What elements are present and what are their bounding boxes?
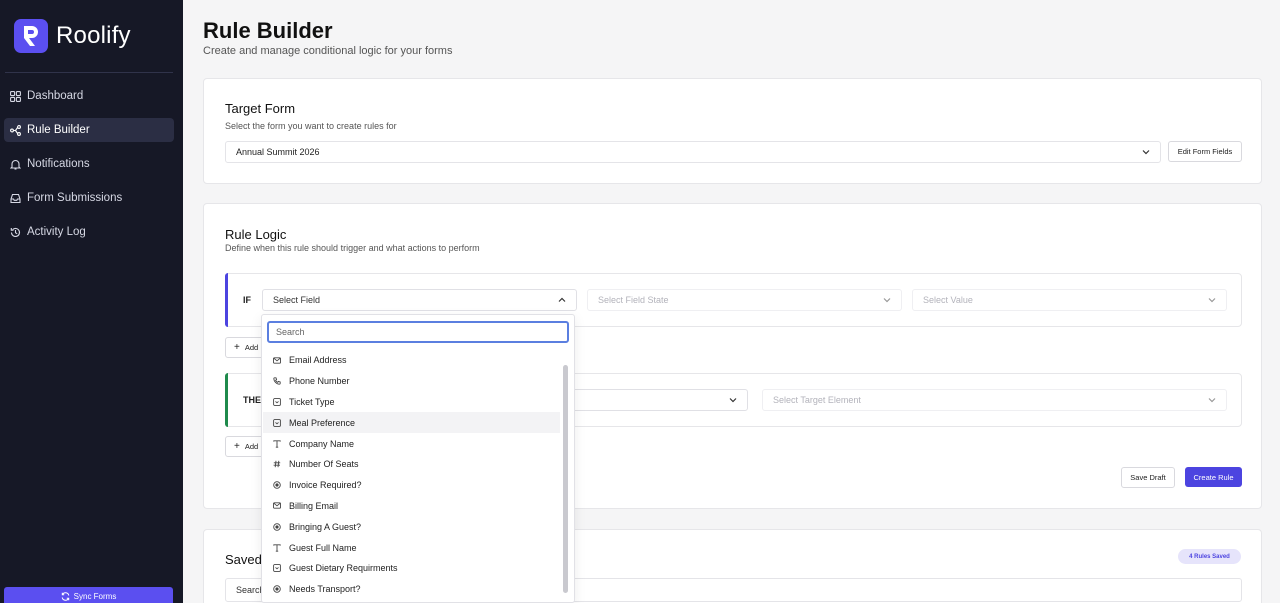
chevron-up-icon [558, 297, 566, 302]
history-icon [10, 227, 21, 237]
dropdown-item[interactable]: Guest Full Name [263, 537, 560, 558]
sidebar-item-label: Activity Log [27, 226, 86, 238]
target-form-title: Target Form [225, 101, 296, 116]
select-icon [272, 418, 282, 427]
text-icon [272, 439, 282, 448]
field-state-select[interactable]: Select Field State [587, 289, 902, 311]
target-form-select[interactable]: Annual Summit 2026 [225, 141, 1161, 163]
if-accent-bar [225, 273, 228, 327]
app-name: Roolify [56, 22, 131, 49]
sidebar-item-label: Rule Builder [27, 124, 90, 136]
select-icon [272, 564, 282, 573]
sidebar-nav: Dashboard Rule Builder Notifications For… [4, 84, 174, 254]
radio-icon [272, 523, 282, 531]
dropdown-search-input[interactable]: Search [267, 321, 569, 343]
dropdown-item[interactable]: Guest Dietary Requirments [263, 558, 560, 579]
mail-icon [272, 357, 282, 364]
rules-saved-badge: 4 Rules Saved [1178, 549, 1241, 564]
chevron-down-icon [1208, 398, 1216, 403]
rule-logic-title: Rule Logic [225, 227, 287, 242]
target-form-description: Select the form you want to create rules… [225, 121, 397, 131]
target-form-card: Target Form Select the form you want to … [203, 78, 1262, 184]
select-icon [272, 398, 282, 406]
chevron-down-icon [729, 398, 737, 403]
dropdown-scrollbar[interactable] [563, 365, 568, 593]
radio-icon [272, 481, 282, 489]
sidebar-item-dashboard[interactable]: Dashboard [4, 84, 174, 108]
page-title: Rule Builder [203, 18, 333, 43]
chevron-down-icon [883, 298, 891, 303]
brand[interactable]: Roolify [14, 19, 131, 53]
sidebar-item-label: Dashboard [27, 90, 84, 102]
dropdown-item[interactable]: Ticket Type [263, 392, 560, 413]
mail-icon [272, 502, 282, 510]
dropdown-item[interactable]: Needs Transport? [263, 579, 560, 600]
inbox-icon [10, 193, 21, 203]
dropdown-item[interactable]: Phone Number [263, 371, 560, 392]
plus-icon: + [234, 441, 240, 452]
grid-icon [10, 90, 21, 102]
plus-icon: + [234, 342, 240, 353]
dropdown-item[interactable]: Meal Preference [263, 412, 560, 434]
sync-forms-button[interactable]: Sync Forms [4, 587, 173, 603]
saved-rules-title: Saved [225, 552, 262, 567]
dropdown-item[interactable]: Bringing A Guest? [263, 516, 560, 537]
rule-logic-description: Define when this rule should trigger and… [225, 243, 480, 253]
save-draft-button[interactable]: Save Draft [1121, 467, 1175, 488]
dropdown-list: Email Address Phone Number Ticket Type M… [263, 350, 560, 600]
dropdown-item[interactable]: Number Of Seats [263, 454, 560, 475]
then-accent-bar [225, 373, 228, 427]
field-select[interactable]: Select Field [262, 289, 577, 311]
roolify-logo-icon [14, 19, 48, 53]
create-rule-button[interactable]: Create Rule [1185, 467, 1242, 487]
dropdown-item[interactable]: Email Address [263, 350, 560, 371]
chevron-down-icon [1208, 298, 1216, 303]
chevron-down-icon [1142, 150, 1150, 155]
sidebar-item-notifications[interactable]: Notifications [4, 152, 174, 176]
sync-icon [61, 591, 69, 601]
field-dropdown: Search Email Address Phone Number Ticket… [261, 314, 575, 603]
radio-icon [272, 585, 282, 593]
sidebar-item-label: Form Submissions [27, 192, 123, 204]
bell-icon [10, 159, 21, 170]
phone-icon [272, 377, 282, 385]
sidebar-item-form-submissions[interactable]: Form Submissions [4, 186, 174, 210]
sidebar-item-activity-log[interactable]: Activity Log [4, 220, 174, 244]
hash-icon [272, 460, 282, 468]
dropdown-item[interactable]: Company Name [263, 433, 560, 454]
sidebar-item-label: Notifications [27, 158, 90, 170]
sidebar: Roolify Dashboard Rule Builder Notificat… [0, 0, 183, 603]
then-label: THE [243, 395, 261, 405]
edit-form-fields-button[interactable]: Edit Form Fields [1168, 141, 1242, 162]
dropdown-item[interactable]: Billing Email [263, 496, 560, 517]
sidebar-item-rule-builder[interactable]: Rule Builder [4, 118, 174, 142]
target-element-select[interactable]: Select Target Element [762, 389, 1227, 411]
dropdown-item[interactable]: Invoice Required? [263, 475, 560, 496]
branch-icon [10, 124, 21, 136]
if-label: IF [243, 295, 251, 305]
sidebar-divider [5, 72, 173, 73]
page-subtitle: Create and manage conditional logic for … [203, 45, 453, 57]
text-icon [272, 543, 282, 552]
value-select[interactable]: Select Value [912, 289, 1227, 311]
